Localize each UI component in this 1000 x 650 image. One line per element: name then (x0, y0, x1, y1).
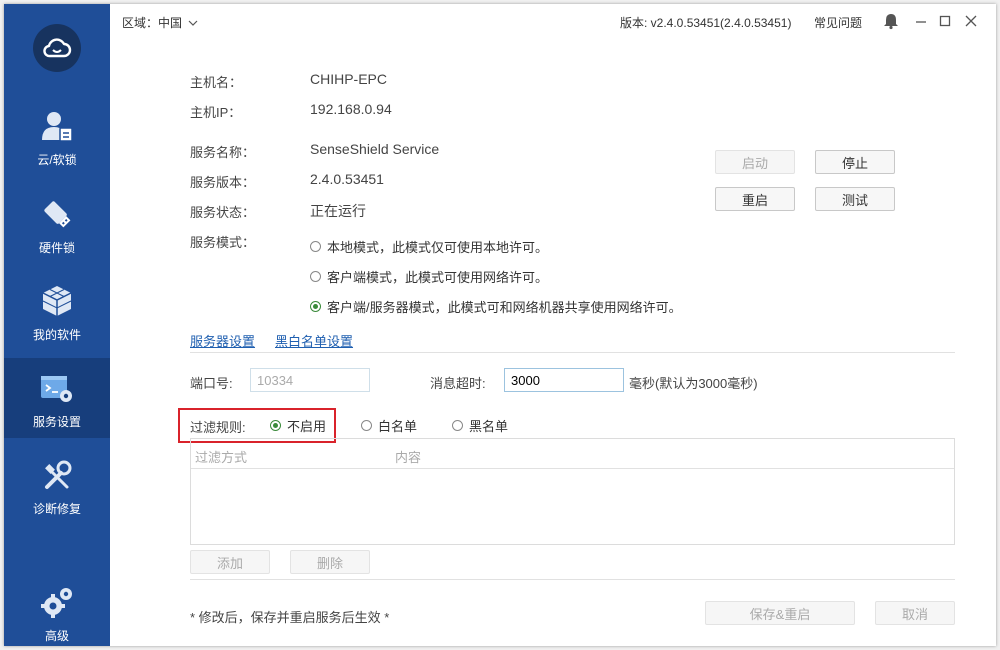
sidebar: 云/软锁 硬件锁 我的软件 服务设置 诊断修复 高级 (4, 4, 110, 646)
tab-blacklist-settings[interactable]: 黑白名单设置 (275, 331, 353, 350)
bell-icon[interactable] (882, 12, 900, 30)
radio-circle (310, 241, 321, 252)
region-selector[interactable]: 区域：中国 (122, 14, 198, 31)
cube-icon (42, 286, 72, 316)
filter-blacklist-radio[interactable]: 黑名单 (452, 416, 508, 435)
repair-tools-icon (45, 460, 72, 489)
divider (190, 352, 955, 353)
mode-client-server-radio[interactable]: 客户端/服务器模式，此模式可和网络机器共享使用网络许可。 (310, 297, 682, 316)
hostip-value: 192.168.0.94 (310, 101, 392, 117)
chevron-down-icon (188, 20, 198, 26)
minimize-icon[interactable] (912, 12, 930, 30)
mode-local-label: 本地模式，此模式仅可使用本地许可。 (327, 240, 549, 255)
timeout-unit: 毫秒(默认为3000毫秒) (629, 376, 758, 391)
radio-circle (452, 420, 463, 431)
port-label: 端口号: (190, 376, 233, 391)
faq-link[interactable]: 常见问题 (814, 14, 862, 31)
usb-key-icon (44, 201, 71, 228)
timeout-label: 消息超时: (430, 376, 486, 391)
divider (190, 579, 955, 580)
app-window: 云/软锁 硬件锁 我的软件 服务设置 诊断修复 高级 区域：中国 版本: v2.… (4, 4, 996, 646)
delete-button[interactable]: 删除 (290, 550, 370, 574)
stop-button[interactable]: 停止 (815, 150, 895, 174)
add-button[interactable]: 添加 (190, 550, 270, 574)
filter-whitelist-radio[interactable]: 白名单 (361, 416, 417, 435)
sidebar-item-label: 服务设置 (32, 415, 81, 429)
port-input[interactable] (250, 368, 370, 392)
filter-rule-label: 过滤规则: (190, 420, 246, 435)
service-status-label: 服务状态： (190, 205, 256, 220)
filter-table[interactable]: 过滤方式 内容 (190, 438, 955, 545)
radio-circle-checked (270, 420, 281, 431)
close-icon[interactable] (962, 12, 980, 30)
region-label: 区域：中国 (122, 16, 183, 30)
sidebar-item-label: 云/软锁 (37, 153, 77, 167)
service-name-label: 服务名称： (190, 145, 256, 160)
service-status-value: 正在运行 (310, 203, 366, 219)
hostname-label: 主机名： (190, 75, 243, 90)
service-name-value: SenseShield Service (310, 141, 440, 157)
mode-client-radio[interactable]: 客户端模式，此模式可使用网络许可。 (310, 267, 548, 286)
restart-button[interactable]: 重启 (715, 187, 795, 211)
table-header-divider (191, 468, 954, 469)
mode-client-server-label: 客户端/服务器模式，此模式可和网络机器共享使用网络许可。 (327, 300, 682, 315)
sidebar-item-service-settings[interactable]: 服务设置 (4, 358, 110, 438)
sidebar-item-diagnose-repair[interactable]: 诊断修复 (4, 445, 110, 525)
service-version-label: 服务版本： (190, 175, 256, 190)
test-button[interactable]: 测试 (815, 187, 895, 211)
maximize-icon[interactable] (936, 12, 954, 30)
radio-circle (310, 271, 321, 282)
service-version-value: 2.4.0.53451 (310, 171, 384, 187)
radio-circle (361, 420, 372, 431)
hostname-value: CHIHP-EPC (310, 71, 388, 87)
sidebar-item-label: 诊断修复 (32, 502, 81, 516)
sidebar-item-label: 硬件锁 (38, 241, 75, 255)
cloud-logo-icon (33, 24, 81, 72)
radio-circle-checked (310, 301, 321, 312)
sidebar-item-label: 我的软件 (32, 328, 81, 342)
filter-disabled-radio[interactable]: 不启用 (270, 416, 326, 435)
filter-blacklist-label: 黑名单 (469, 419, 509, 434)
service-mode-label: 服务模式： (190, 235, 256, 250)
sidebar-item-cloud-lock[interactable]: 云/软锁 (4, 96, 110, 176)
cancel-button[interactable]: 取消 (875, 601, 955, 625)
mode-client-label: 客户端模式，此模式可使用网络许可。 (327, 270, 549, 285)
mode-local-radio[interactable]: 本地模式，此模式仅可使用本地许可。 (310, 237, 548, 256)
version-text: 版本: v2.4.0.53451(2.4.0.53451) (620, 16, 792, 30)
footer-note: * 修改后，保存并重启服务后生效 * (190, 610, 390, 625)
tab-server-settings[interactable]: 服务器设置 (190, 331, 255, 350)
sidebar-item-hardware-lock[interactable]: 硬件锁 (4, 184, 110, 264)
start-button[interactable]: 启动 (715, 150, 795, 174)
sidebar-item-my-software[interactable]: 我的软件 (4, 271, 110, 351)
column-header-content: 内容 (395, 450, 422, 465)
filter-disabled-label: 不启用 (287, 419, 327, 434)
sidebar-item-label: 高级 (44, 629, 69, 643)
sidebar-item-advanced[interactable]: 高级 (4, 572, 110, 646)
gears-icon (41, 588, 72, 618)
hostip-label: 主机IP： (190, 105, 242, 120)
user-icon (42, 112, 73, 142)
timeout-input[interactable] (504, 368, 624, 392)
terminal-settings-icon (41, 376, 72, 402)
save-restart-button[interactable]: 保存&重启 (705, 601, 855, 625)
column-header-method: 过滤方式 (195, 450, 248, 465)
title-bar: 区域：中国 版本: v2.4.0.53451(2.4.0.53451) 常见问题 (110, 4, 996, 38)
filter-whitelist-label: 白名单 (378, 419, 418, 434)
